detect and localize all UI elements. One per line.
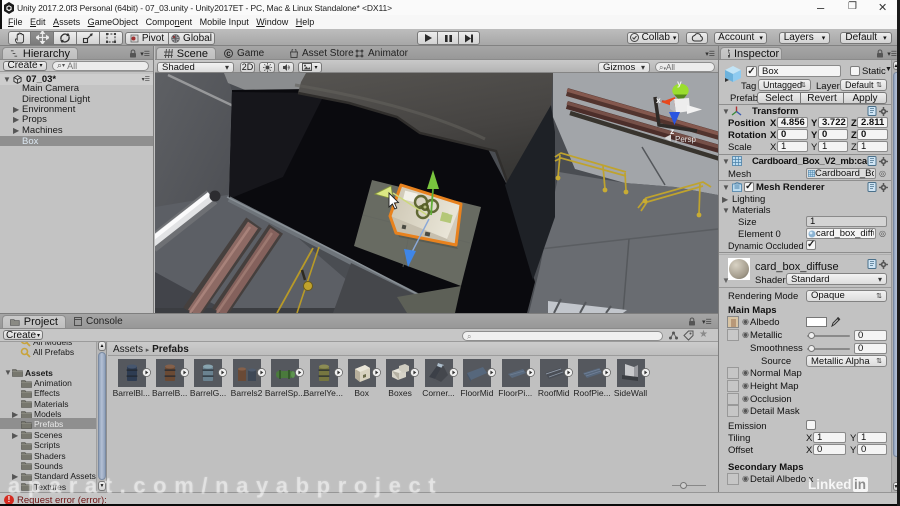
svg-text:x: x xyxy=(656,95,661,105)
svg-text:y: y xyxy=(677,78,682,88)
svg-text:Persp: Persp xyxy=(675,135,696,144)
svg-text:z: z xyxy=(670,126,674,136)
